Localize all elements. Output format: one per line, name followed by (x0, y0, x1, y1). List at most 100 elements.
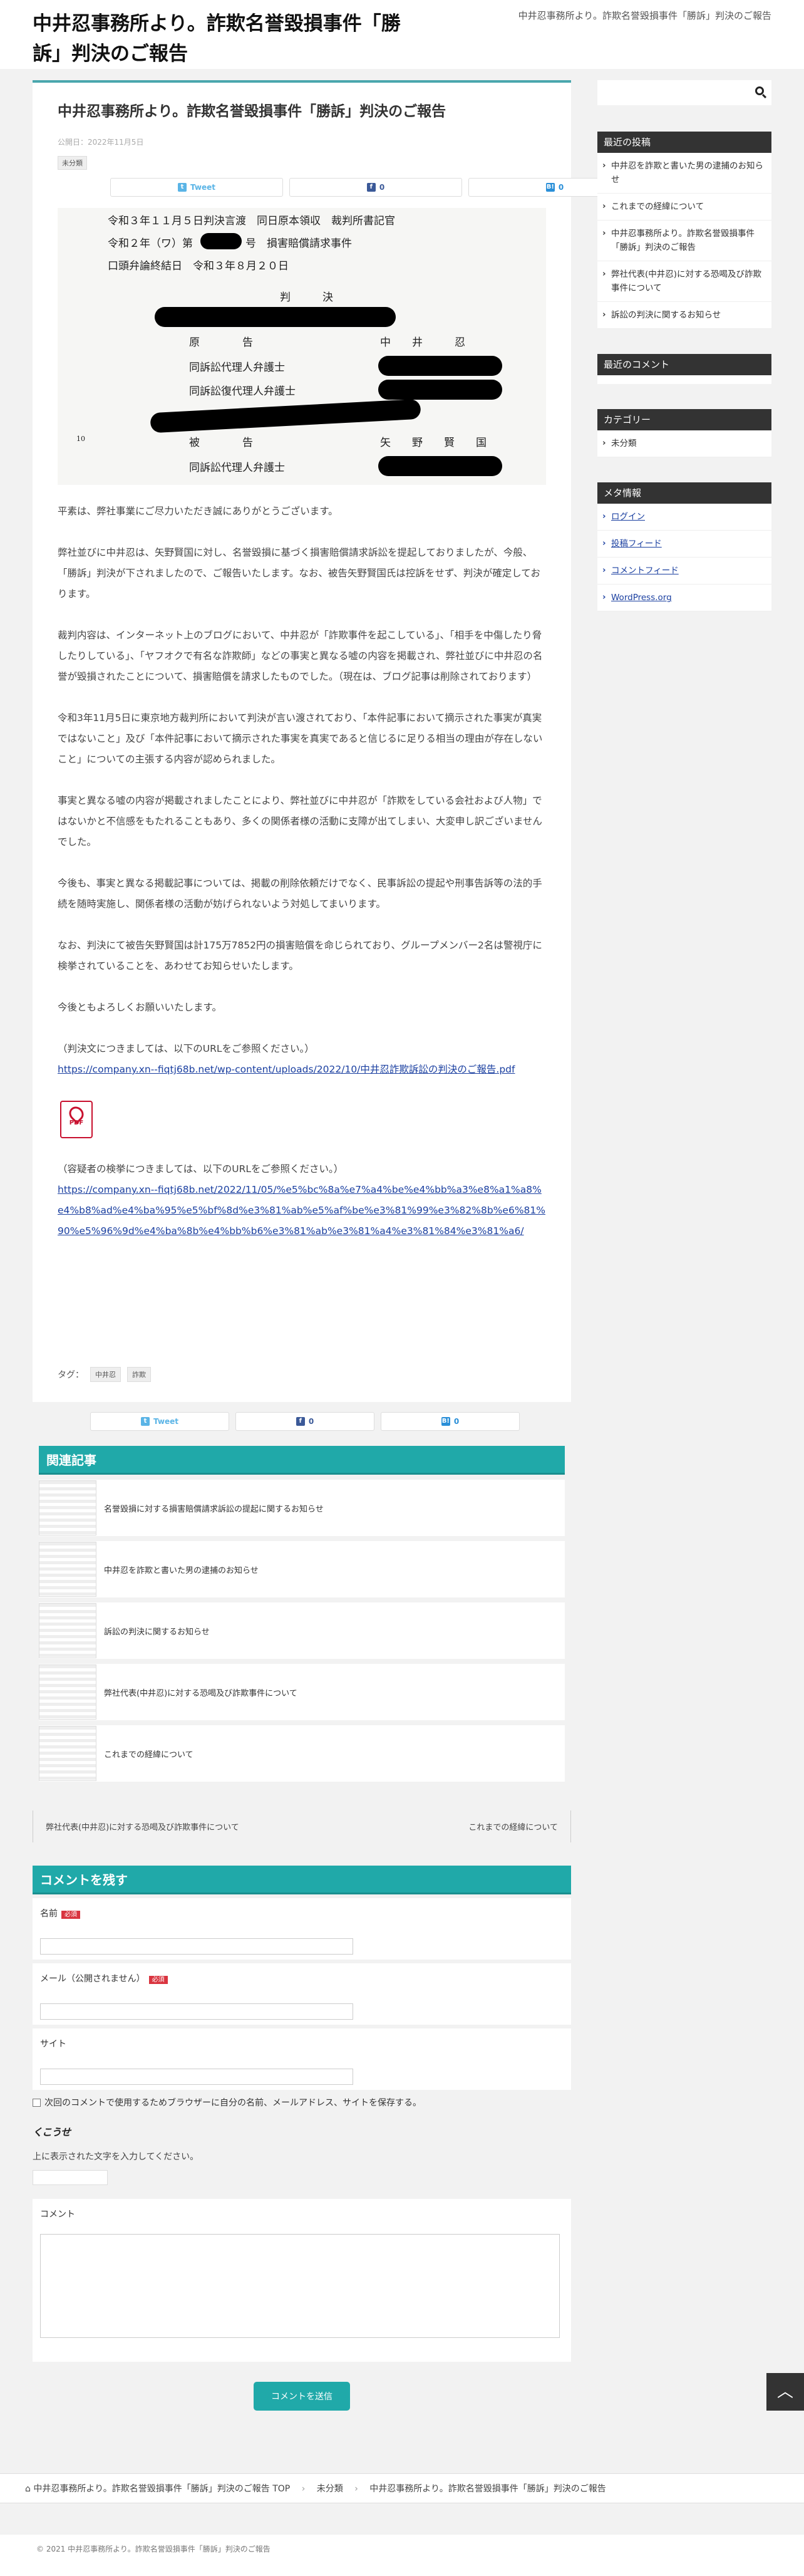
login-link[interactable]: ログイン (597, 504, 771, 531)
arrest-article-link[interactable]: https://company.xn--fiqtj68b.net/2022/11… (58, 1184, 545, 1237)
arrest-note: （容疑者の検挙につきましては、以下のURLをご参照ください。） (58, 1163, 344, 1175)
related-thumbnail[interactable] (39, 1480, 96, 1535)
doc-line: 原 告 (189, 336, 253, 349)
site-title[interactable]: 中井忍事務所より。詐欺名誉毀損事件「勝訴」判決のご報告 (33, 9, 421, 69)
ruling-pdf-link[interactable]: https://company.xn--fiqtj68b.net/wp-cont… (58, 1064, 515, 1075)
site-input[interactable] (40, 2069, 353, 2085)
recent-post-link[interactable]: これまでの経緯について (597, 194, 771, 221)
body-paragraph: 今後ともよろしくお願いいたします。 (58, 1002, 222, 1013)
redaction-mark (155, 307, 396, 327)
tweet-button[interactable]: t Tweet (110, 178, 283, 197)
related-thumbnail[interactable] (39, 1542, 96, 1597)
category-link[interactable]: 未分類 (597, 430, 771, 457)
back-to-top-button[interactable]: ︿ (766, 2373, 804, 2411)
recent-post-link[interactable]: 訴訟の判決に関するお知らせ (597, 302, 771, 329)
chevron-right-icon: › (301, 2484, 306, 2494)
tag-link[interactable]: 詐欺 (127, 1367, 151, 1382)
home-icon: ⌂ (25, 2484, 31, 2494)
doc-line: 令和２年（ワ）第 (108, 237, 193, 250)
recent-posts-widget: 最近の投稿 中井忍を詐欺と書いた男の逮捕のお知らせ これまでの経緯について 中井… (597, 132, 771, 329)
save-info-checkbox[interactable] (33, 2098, 41, 2107)
comment-label: コメント (40, 2210, 75, 2220)
comment-heading: コメントを残す (33, 1866, 571, 1894)
widget-heading: メタ情報 (597, 482, 771, 504)
captcha-input[interactable] (33, 2170, 108, 2185)
recent-post-link[interactable]: 中井忍事務所より。詐欺名誉毀損事件「勝訴」判決のご報告 (597, 221, 771, 261)
doc-line: 被 告 (189, 437, 253, 449)
body-paragraph: なお、判決にて被告矢野賢国は計175万7852円の損害賠償を命じられており、グル… (58, 940, 542, 972)
tag-link[interactable]: 中井忍 (90, 1367, 121, 1382)
related-thumbnail[interactable] (39, 1603, 96, 1658)
comments-feed-link[interactable]: コメントフィード (597, 558, 771, 584)
search-input[interactable] (597, 80, 771, 105)
related-item[interactable]: これまでの経緯について (39, 1725, 565, 1782)
widget-heading: 最近のコメント (597, 354, 771, 375)
redaction-mark (150, 398, 421, 434)
tweet-button[interactable]: t Tweet (90, 1412, 229, 1431)
site-header: 中井忍事務所より。詐欺名誉毀損事件「勝訴」判決のご報告 中井忍事務所より。詐欺名… (0, 0, 804, 69)
doc-line-number: 10 (76, 435, 85, 443)
share-buttons-bottom: t Tweet f0 B! 0 (90, 1412, 520, 1431)
site-footer: © 2021 中井忍事務所より。詐欺名誉毀損事件「勝訴」判決のご報告 (0, 2535, 804, 2576)
name-input[interactable] (40, 1938, 353, 1955)
related-item[interactable]: 弊社代表(中井忍)に対する恐喝及び詐欺事件について (39, 1664, 565, 1720)
doc-line: 口頭弁論終結日 令和３年８月２０日 (108, 260, 289, 273)
related-thumbnail[interactable] (39, 1726, 96, 1781)
facebook-share-button[interactable]: f0 (289, 178, 462, 197)
related-item[interactable]: 名誉毀損に対する損害賠償請求訴訟の提起に関するお知らせ (39, 1480, 565, 1536)
breadcrumb-home[interactable]: 中井忍事務所より。詐欺名誉毀損事件「勝訴」判決のご報告 TOP (33, 2484, 290, 2494)
twitter-icon: t (178, 183, 187, 192)
post-date: 公開日：2022年11月5日 (58, 138, 144, 147)
site-label: サイト (40, 2039, 66, 2049)
category-badge[interactable]: 未分類 (58, 156, 87, 170)
facebook-share-button[interactable]: f0 (235, 1412, 374, 1431)
related-thumbnail[interactable] (39, 1665, 96, 1720)
site-description: 中井忍事務所より。詐欺名誉毀損事件「勝訴」判決のご報告 (518, 10, 771, 21)
main-article: 中井忍事務所より。詐欺名誉毀損事件「勝訴」判決のご報告 公開日：2022年11月… (33, 80, 641, 1402)
recent-post-link[interactable]: 中井忍を詐欺と書いた男の逮捕のお知らせ (597, 153, 771, 194)
save-info-label[interactable]: 次回のコメントで使用するためブラウザーに自分の名前、メールアドレス、サイトを保存… (44, 2096, 421, 2109)
email-label: メール（公開されません） (40, 1974, 145, 1984)
twitter-icon: t (141, 1417, 150, 1426)
required-badge: 必須 (61, 1911, 80, 1919)
ruling-note: （判決文につきましては、以下のURLをご参照ください。） (58, 1043, 314, 1054)
facebook-icon: f (296, 1417, 305, 1426)
widget-heading: カテゴリー (597, 409, 771, 430)
captcha-image: くこうせ (33, 2126, 71, 2138)
related-posts: 関連記事 名誉毀損に対する損害賠償請求訴訟の提起に関するお知らせ 中井忍を詐欺と… (39, 1446, 565, 1782)
body-paragraph: 弊社並びに中井忍は、矢野賢国に対し、名誉毀損に基づく損害賠償請求訴訟を提起してお… (58, 547, 540, 600)
post-navigation: 弊社代表(中井忍)に対する恐喝及び詐欺事件について これまでの経緯について (33, 1810, 571, 1842)
categories-widget: カテゴリー 未分類 (597, 409, 771, 457)
related-item[interactable]: 訴訟の判決に関するお知らせ (39, 1602, 565, 1659)
prev-post-link[interactable]: 弊社代表(中井忍)に対する恐喝及び詐欺事件について (33, 1810, 252, 1842)
pdf-icon[interactable]: PDF (60, 1101, 93, 1138)
search-icon[interactable] (755, 86, 764, 95)
entries-feed-link[interactable]: 投稿フィード (597, 531, 771, 558)
name-field-row: 名前 必須 (33, 1898, 571, 1960)
wordpress-org-link[interactable]: WordPress.org (597, 584, 771, 611)
comment-textarea[interactable] (40, 2234, 560, 2338)
related-item[interactable]: 中井忍を詐欺と書いた男の逮捕のお知らせ (39, 1541, 565, 1597)
submit-comment-button[interactable]: コメントを送信 (254, 2382, 350, 2411)
site-field-row: サイト (33, 2028, 571, 2090)
post-title: 中井忍事務所より。詐欺名誉毀損事件「勝訴」判決のご報告 (58, 103, 446, 120)
doc-line: 同訴訟代理人弁護士 (189, 361, 285, 374)
hatena-bookmark-button[interactable]: B! 0 (381, 1412, 520, 1431)
captcha-label: 上に表示された文字を入力してください。 (33, 2152, 199, 2162)
body-paragraph: 令和3年11月5日に東京地方裁判所において判決が言い渡されており、「本件記事にお… (58, 712, 543, 765)
email-field-row: メール（公開されません） 必須 (33, 1963, 571, 2025)
comment-field-row: コメント (33, 2199, 571, 2362)
email-input[interactable] (40, 2003, 353, 2020)
next-post-link[interactable]: これまでの経緯について (456, 1810, 571, 1842)
body-paragraph: 今後も、事実と異なる掲載記事については、掲載の削除依頼だけでなく、民事訴訟の提起… (58, 878, 542, 910)
judgment-document-image: 令和３年１１月５日判決言渡 同日原本領収 裁判所書記官 令和２年（ワ）第 号 損… (58, 208, 546, 485)
redaction-mark (378, 380, 502, 400)
recent-post-link[interactable]: 弊社代表(中井忍)に対する恐喝及び詐欺事件について (597, 261, 771, 302)
doc-line: 同訴訟代理人弁護士 (189, 462, 285, 474)
redaction-mark (378, 456, 502, 476)
doc-line: 令和３年１１月５日判決言渡 同日原本領収 裁判所書記官 (108, 215, 395, 227)
save-info-row: 次回のコメントで使用するためブラウザーに自分の名前、メールアドレス、サイトを保存… (33, 2096, 571, 2109)
breadcrumb-category[interactable]: 未分類 (317, 2484, 343, 2494)
required-badge: 必須 (148, 1976, 168, 1984)
copyright: © 2021 中井忍事務所より。詐欺名誉毀損事件「勝訴」判決のご報告 (36, 2545, 271, 2553)
